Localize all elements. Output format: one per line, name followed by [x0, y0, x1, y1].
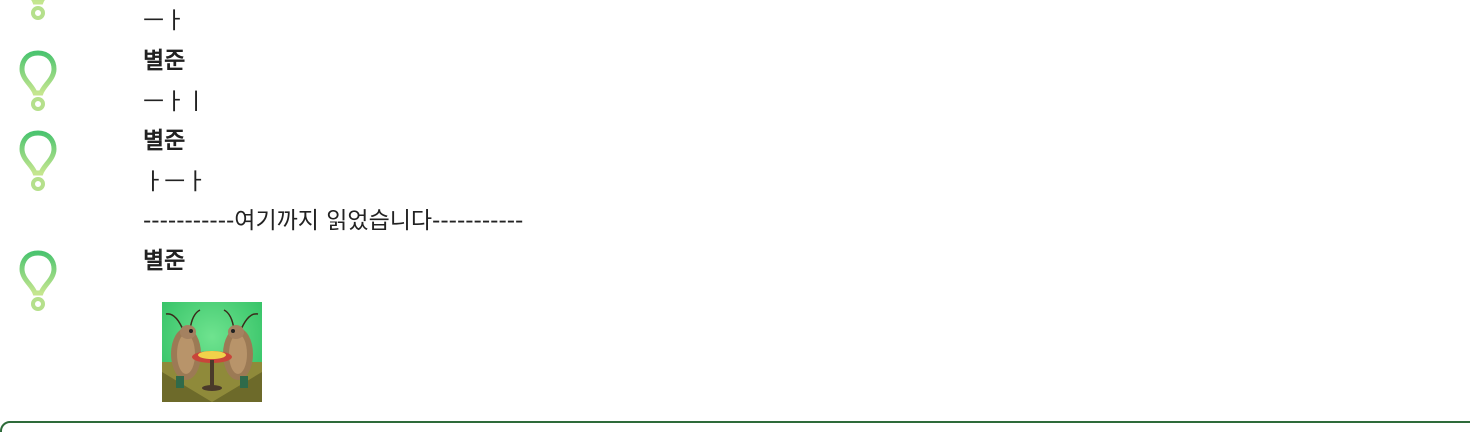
sender-name[interactable]: 별준 [143, 46, 185, 76]
message-text: ㅏㅡㅏ [143, 169, 207, 195]
balloon-pin-icon [31, 0, 45, 20]
avatar[interactable] [4, 0, 72, 26]
message-input-box[interactable] [0, 421, 1470, 432]
sender-name[interactable]: 별준 [143, 126, 185, 156]
balloon-pin-icon [19, 130, 57, 191]
message-text: ㅡㅏ [143, 8, 186, 34]
sticker-image[interactable] [162, 302, 262, 402]
cockroach-couple-sticker [162, 302, 262, 402]
message-text: ㅡㅏㅣ [143, 89, 207, 115]
avatar[interactable] [4, 125, 72, 197]
avatar[interactable] [4, 45, 72, 117]
sender-name[interactable]: 별준 [143, 246, 185, 276]
chat-log: ㅡㅏ 별준 ㅡㅏㅣ 별준 ㅏㅡㅏ -----------여기까지 읽었습니다--… [0, 0, 1470, 432]
avatar[interactable] [4, 245, 72, 317]
balloon-pin-icon [19, 250, 57, 311]
balloon-pin-icon [19, 50, 57, 111]
read-marker: -----------여기까지 읽었습니다----------- [143, 208, 524, 234]
